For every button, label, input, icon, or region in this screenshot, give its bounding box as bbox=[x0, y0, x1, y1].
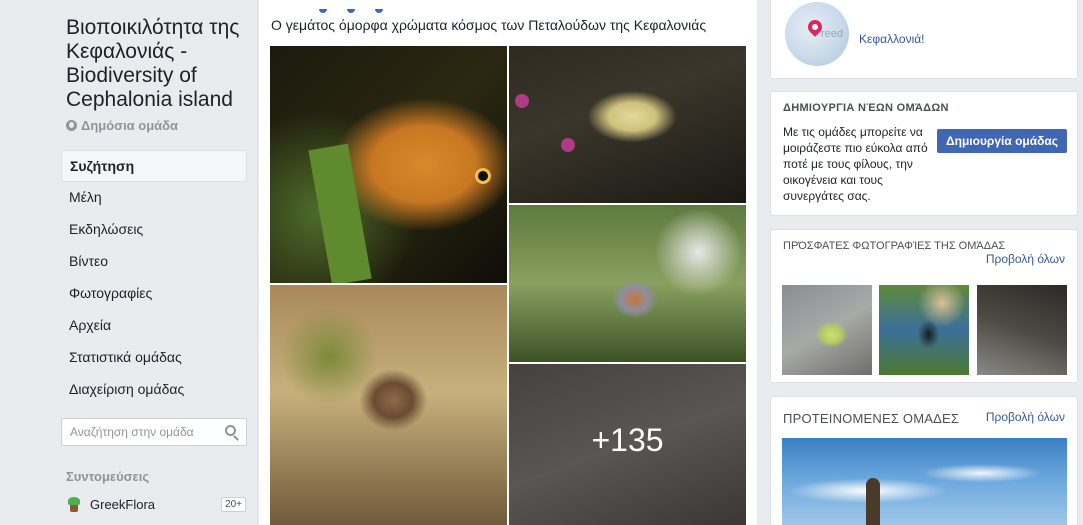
group-nav: Συζήτηση Μέλη Εκδηλώσεις Βίντεο Φωτογραφ… bbox=[61, 150, 247, 406]
suggested-groups-title: ΠΡΟΤΕΙΝΟΜΕΝΕΣ ΟΜΑΔΕΣ bbox=[783, 411, 960, 426]
group-title[interactable]: Βιοποικιλότητα της Κεφαλονιάς - Biodiver… bbox=[66, 16, 251, 112]
shortcut-item-greekflora[interactable]: GreekFlora 20+ bbox=[66, 493, 246, 515]
globe-icon bbox=[66, 120, 77, 131]
nav-item-discussion[interactable]: Συζήτηση bbox=[61, 150, 247, 182]
create-group-text: Με τις ομάδες μπορείτε να μοιράζεστε πιο… bbox=[783, 125, 928, 203]
map-icon[interactable]: reed bbox=[785, 2, 849, 66]
suggested-see-all-link[interactable]: Προβολή όλων bbox=[986, 410, 1065, 424]
nav-item-photos[interactable]: Φωτογραφίες bbox=[61, 278, 247, 310]
recent-photos-title: ΠΡΌΣΦΑΤΕΣ ΦΩΤΟΓΡΑΦΊΕΣ ΤΗΣ ΟΜΆΔΑΣ bbox=[783, 240, 1006, 252]
location-card: reed Κεφαλλονιά! bbox=[770, 0, 1078, 79]
location-link[interactable]: Κεφαλλονιά! bbox=[859, 32, 925, 46]
post-photo[interactable] bbox=[509, 46, 746, 203]
search-icon[interactable] bbox=[225, 425, 236, 436]
more-photos-count: +135 bbox=[591, 422, 664, 458]
nav-item-events[interactable]: Εκδηλώσεις bbox=[61, 214, 247, 246]
group-search bbox=[61, 418, 247, 446]
suggested-group-cover[interactable] bbox=[782, 438, 1067, 525]
nav-item-insights[interactable]: Στατιστικά ομάδας bbox=[61, 342, 247, 374]
post-photo[interactable] bbox=[270, 285, 507, 525]
suggested-groups-card: ΠΡΟΤΕΙΝΟΜΕΝΕΣ ΟΜΑΔΕΣ Προβολή όλων bbox=[770, 396, 1078, 525]
nav-item-manage[interactable]: Διαχείριση ομάδας bbox=[61, 374, 247, 406]
post-photo[interactable] bbox=[270, 46, 507, 283]
create-group-button[interactable]: Δημιουργία ομάδας bbox=[937, 129, 1067, 153]
privacy-label: Δημόσια ομάδα bbox=[81, 118, 179, 133]
recent-photo-thumbnail[interactable] bbox=[977, 285, 1067, 375]
post-photo[interactable] bbox=[509, 205, 746, 362]
shortcut-badge: 20+ bbox=[221, 496, 246, 512]
create-group-title: ΔΗΜΙΟΥΡΓΙΑ ΝΈΩΝ ΟΜΆΔΩΝ bbox=[783, 102, 949, 114]
group-privacy: Δημόσια ομάδα bbox=[66, 118, 178, 133]
create-group-card: ΔΗΜΙΟΥΡΓΙΑ ΝΈΩΝ ΟΜΆΔΩΝ Με τις ομάδες μπο… bbox=[770, 91, 1078, 216]
nav-item-members[interactable]: Μέλη bbox=[61, 182, 247, 214]
left-sidebar: Βιοποικιλότητα της Κεφαλονιάς - Biodiver… bbox=[0, 0, 258, 525]
map-text: reed bbox=[821, 28, 844, 40]
recent-photos-card: ΠΡΌΣΦΑΤΕΣ ΦΩΤΟΓΡΑΦΊΕΣ ΤΗΣ ΟΜΆΔΑΣ Προβολή… bbox=[770, 229, 1078, 383]
recent-photo-thumbnail[interactable] bbox=[782, 285, 872, 375]
nav-item-files[interactable]: Αρχεία bbox=[61, 310, 247, 342]
shortcut-label: GreekFlora bbox=[90, 496, 156, 512]
search-input[interactable] bbox=[62, 425, 212, 439]
recent-photos-see-all-link[interactable]: Προβολή όλων bbox=[986, 252, 1065, 266]
post-text: Ο γεμάτος όμορφα χρώματα κόσμος των Πετα… bbox=[271, 17, 707, 33]
post-photo-more[interactable]: +135 bbox=[509, 364, 746, 525]
post-header-strip bbox=[319, 0, 479, 13]
shortcuts-title: Συντομεύσεις bbox=[66, 469, 150, 484]
plant-icon bbox=[66, 496, 82, 512]
nav-item-videos[interactable]: Βίντεο bbox=[61, 246, 247, 278]
recent-photo-thumbnail[interactable] bbox=[879, 285, 969, 375]
post-card: Ο γεμάτος όμορφα χρώματα κόσμος των Πετα… bbox=[259, 0, 757, 525]
